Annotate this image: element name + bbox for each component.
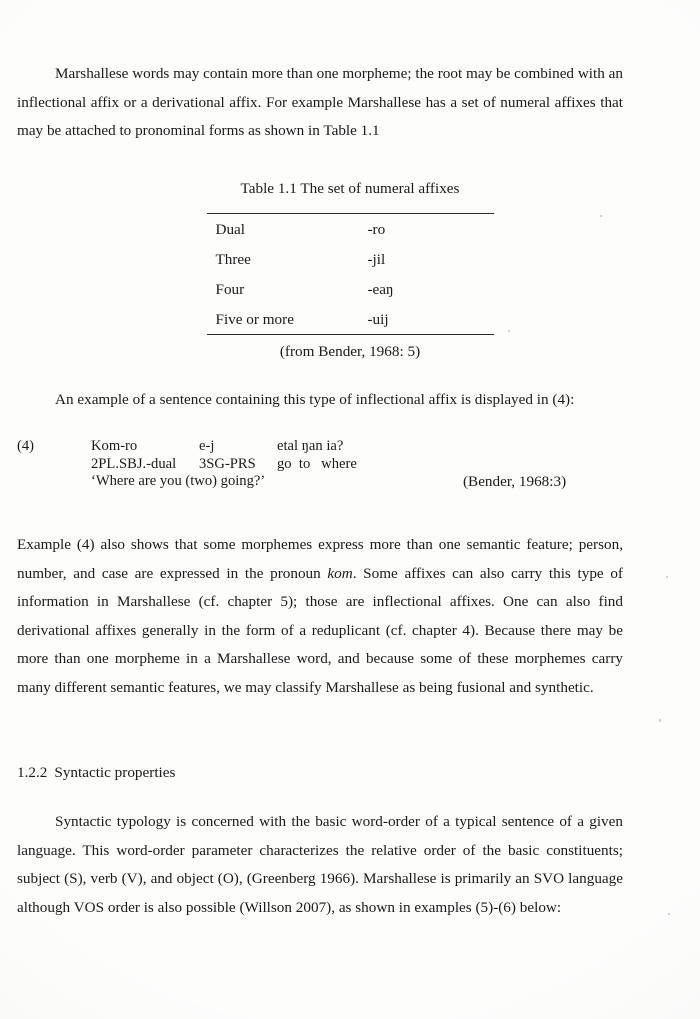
example-gloss-lines: Kom-ro e-j etal ŋan ia? 2PL.SBJ.-dual 3S… bbox=[91, 438, 657, 491]
gloss-plain-1: -dual bbox=[146, 455, 177, 472]
example-gloss-line: 2PL.SBJ.-dual 3SG-PRS go to where bbox=[91, 456, 657, 474]
gloss-segment-2: 3SG-PRS bbox=[199, 455, 256, 472]
example-translation-line: ‘Where are you (two) going?’ bbox=[91, 473, 657, 491]
paragraph-fusional-synthetic: Example (4) also shows that some morphem… bbox=[17, 531, 623, 703]
example-citation: (Bender, 1968:3) bbox=[463, 473, 567, 491]
paragraph-part-2: . Some affixes can also carry this type … bbox=[17, 564, 623, 696]
paragraph-text: An example of a sentence containing this… bbox=[55, 391, 575, 408]
gloss-segment-1: 2PL.SBJ.-dual bbox=[91, 456, 199, 474]
section-title: Syntactic properties bbox=[54, 764, 176, 781]
table-cell-label: Dual bbox=[206, 213, 368, 244]
table-cell-label: Four bbox=[215, 280, 245, 298]
numeral-affixes-table: Dual -ro Three -jil Four -eaŋ Five or mo… bbox=[206, 213, 494, 335]
object-segment-3: etal ŋan ia? bbox=[277, 438, 344, 454]
section-number: 1.2.2 bbox=[17, 764, 48, 781]
paragraph-text: Marshallese words may contain more than … bbox=[17, 65, 623, 140]
paragraph-intro-morphology: Marshallese words may contain more than … bbox=[17, 60, 623, 146]
scan-speck bbox=[508, 330, 510, 332]
table-cell-affix: -jil bbox=[367, 250, 386, 268]
example-4-block: (4) Kom-ro e-j etal ŋan ia? 2PL.SBJ.-dua… bbox=[17, 438, 657, 491]
scan-speck bbox=[600, 215, 602, 217]
scan-speck bbox=[666, 576, 668, 578]
table-caption: Table 1.1 The set of numeral affixes bbox=[240, 180, 460, 197]
table-cell-affix: -uij bbox=[367, 304, 494, 335]
table-cell-affix: -eaŋ bbox=[367, 280, 394, 298]
object-segment-2: e-j bbox=[199, 438, 215, 454]
gloss-smallcaps-1: 2PL.SBJ. bbox=[91, 455, 147, 472]
scan-speck bbox=[668, 913, 670, 915]
scan-speck bbox=[659, 719, 661, 722]
table-cell-label: Three bbox=[215, 250, 251, 268]
table-1-1-block: Table 1.1 The set of numeral affixes Dua… bbox=[0, 178, 700, 363]
table-row: Three -jil bbox=[207, 244, 494, 274]
paragraph-text: Example (4) also shows that some morphem… bbox=[17, 531, 623, 703]
paragraph-italic-term: kom bbox=[327, 564, 353, 582]
table-cell-affix: -ro bbox=[367, 213, 494, 244]
table-row: Four -eaŋ bbox=[207, 274, 494, 304]
paragraph-text: Syntactic typology is concerned with the… bbox=[17, 813, 623, 916]
table-cell-label: Five or more bbox=[206, 304, 368, 335]
table-source-citation: (from Bender, 1968: 5) bbox=[279, 343, 421, 360]
paragraph-example-intro: An example of a sentence containing this… bbox=[17, 386, 623, 415]
translation-text: ‘Where are you (two) going?’ bbox=[91, 473, 266, 490]
object-segment-1: Kom-ro bbox=[91, 438, 138, 454]
table-row: Dual -ro bbox=[206, 213, 494, 244]
example-number: (4) bbox=[17, 438, 35, 454]
section-heading: 1.2.2 Syntactic properties bbox=[17, 762, 175, 784]
gloss-segment-3: go to where bbox=[277, 455, 357, 472]
document-page: Marshallese words may contain more than … bbox=[0, 0, 700, 1019]
example-object-line: Kom-ro e-j etal ŋan ia? bbox=[91, 438, 657, 456]
table-row: Five or more -uij bbox=[206, 304, 494, 335]
paragraph-syntactic-typology: Syntactic typology is concerned with the… bbox=[17, 808, 623, 922]
